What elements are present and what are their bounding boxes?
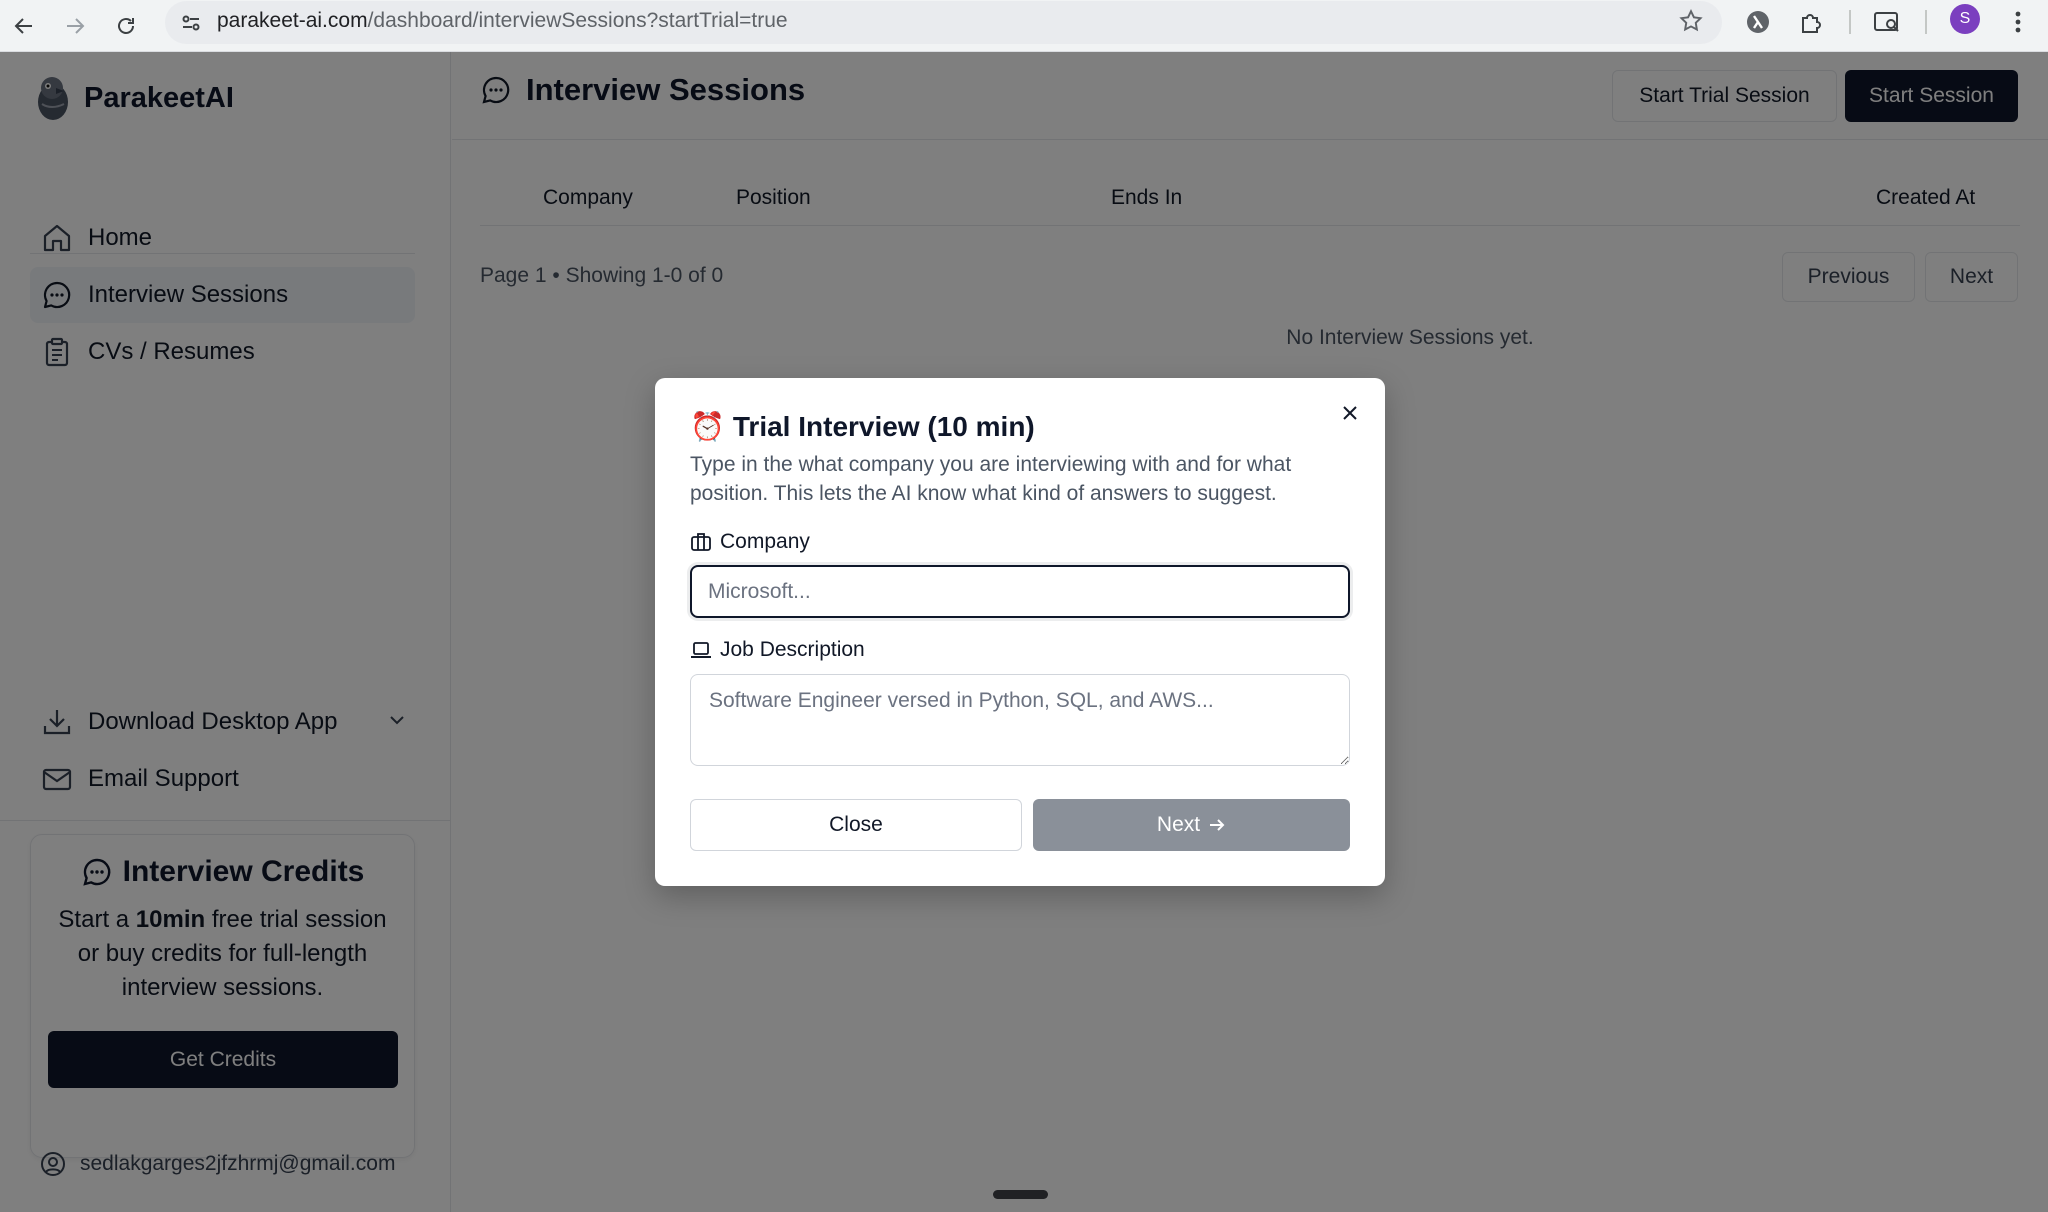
job-description-field-label: Job Description <box>690 638 865 662</box>
forward-button[interactable] <box>55 6 95 46</box>
url-text: parakeet-ai.com/dashboard/interviewSessi… <box>217 1 788 41</box>
company-label-text: Company <box>720 530 810 553</box>
extension-icon[interactable] <box>1740 4 1776 40</box>
url-domain: parakeet-ai.com <box>217 9 368 32</box>
bookmark-star-icon[interactable] <box>1678 8 1704 34</box>
alarm-clock-icon: ⏰ <box>690 411 725 442</box>
address-bar[interactable]: parakeet-ai.com/dashboard/interviewSessi… <box>165 1 1722 44</box>
arrow-right-icon <box>67 18 85 34</box>
profile-avatar[interactable]: S <box>1950 4 1980 34</box>
trial-interview-dialog: ⏰ Trial Interview (10 min) Type in the w… <box>655 378 1385 886</box>
toolbar-divider <box>1925 10 1927 34</box>
extensions-puzzle-icon[interactable] <box>1793 4 1829 40</box>
laptop-icon <box>690 639 712 661</box>
close-icon[interactable] <box>1337 400 1363 426</box>
back-button[interactable] <box>4 6 44 46</box>
dialog-title-text: Trial Interview (10 min) <box>732 410 1035 442</box>
briefcase-icon <box>690 531 712 553</box>
browser-menu-icon[interactable] <box>2000 4 2036 40</box>
next-button-label: Next <box>1156 813 1201 836</box>
browser-toolbar: parakeet-ai.com/dashboard/interviewSessi… <box>0 0 2048 52</box>
arrow-left-icon <box>14 18 32 34</box>
reload-button[interactable] <box>106 6 146 46</box>
dialog-description: Type in the what company you are intervi… <box>690 453 1292 505</box>
next-button[interactable]: Next <box>1033 799 1350 851</box>
toolbar-divider <box>1849 10 1851 34</box>
dialog-title: ⏰ Trial Interview (10 min) <box>690 410 1035 443</box>
close-button[interactable]: Close <box>690 799 1022 851</box>
company-field-label: Company <box>690 530 810 554</box>
company-input[interactable] <box>690 565 1350 618</box>
arrow-right-icon <box>1208 816 1226 834</box>
scroll-handle[interactable] <box>993 1190 1048 1199</box>
reload-icon <box>118 18 134 34</box>
url-path: /dashboard/interviewSessions?startTrial=… <box>367 9 788 32</box>
site-settings-icon[interactable] <box>177 9 205 37</box>
tab-search-icon[interactable] <box>1869 4 1905 40</box>
job-description-label-text: Job Description <box>720 638 865 661</box>
job-description-input[interactable] <box>690 674 1350 766</box>
